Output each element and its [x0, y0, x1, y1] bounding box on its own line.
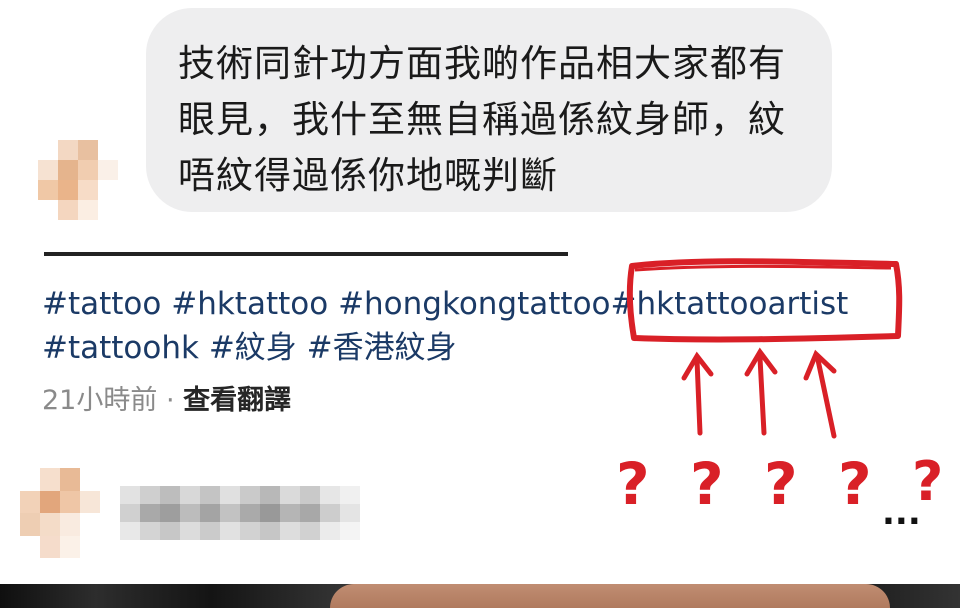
post-caption: #tattoo #hktattoo #hongkongtattoo#hktatt… — [42, 282, 922, 370]
hashtag-tattoo-zh[interactable]: #紋身 — [209, 330, 297, 366]
hashtag-tattoohk[interactable]: #tattoohk — [42, 330, 199, 366]
comment-bubble: 技術同針功方面我啲作品相大家都有眼見，我什至無自稱過係紋身師，紋唔紋得過係你地嘅… — [146, 8, 832, 212]
avatar[interactable] — [20, 468, 100, 558]
comment-text: 技術同針功方面我啲作品相大家都有眼見，我什至無自稱過係紋身師，紋唔紋得過係你地嘅… — [178, 42, 786, 197]
divider-line — [44, 252, 568, 256]
question-mark: ? — [690, 450, 724, 518]
avatar[interactable] — [38, 140, 118, 220]
hashtag-hk-tattoo-zh[interactable]: #香港紋身 — [307, 330, 457, 366]
see-translation-link[interactable]: 查看翻譯 — [183, 385, 291, 416]
blurred-username — [120, 486, 360, 540]
post-photo-preview[interactable] — [0, 584, 960, 608]
hashtag-tattoo[interactable]: #tattoo — [42, 286, 161, 322]
highlight-box-stroke — [634, 264, 892, 272]
question-mark: ? — [838, 450, 872, 518]
post-time: 21小時前 — [42, 385, 158, 416]
ellipsis: ... — [882, 493, 921, 533]
hashtag-hongkongtattoo[interactable]: #hongkongtattoo — [338, 286, 610, 322]
arrow-up-icon — [694, 357, 703, 436]
question-mark: ? — [764, 450, 798, 518]
meta-separator: · — [165, 385, 175, 416]
hashtag-hktattooartist[interactable]: #hktattooartist — [611, 286, 849, 322]
photo-skin-area — [330, 584, 890, 608]
arrow-up-icon — [815, 357, 837, 439]
post-meta: 21小時前 · 查看翻譯 — [42, 378, 291, 417]
question-mark: ? — [912, 450, 943, 513]
question-mark: ? — [616, 450, 650, 518]
hashtag-hktattoo[interactable]: #hktattoo — [171, 286, 328, 322]
